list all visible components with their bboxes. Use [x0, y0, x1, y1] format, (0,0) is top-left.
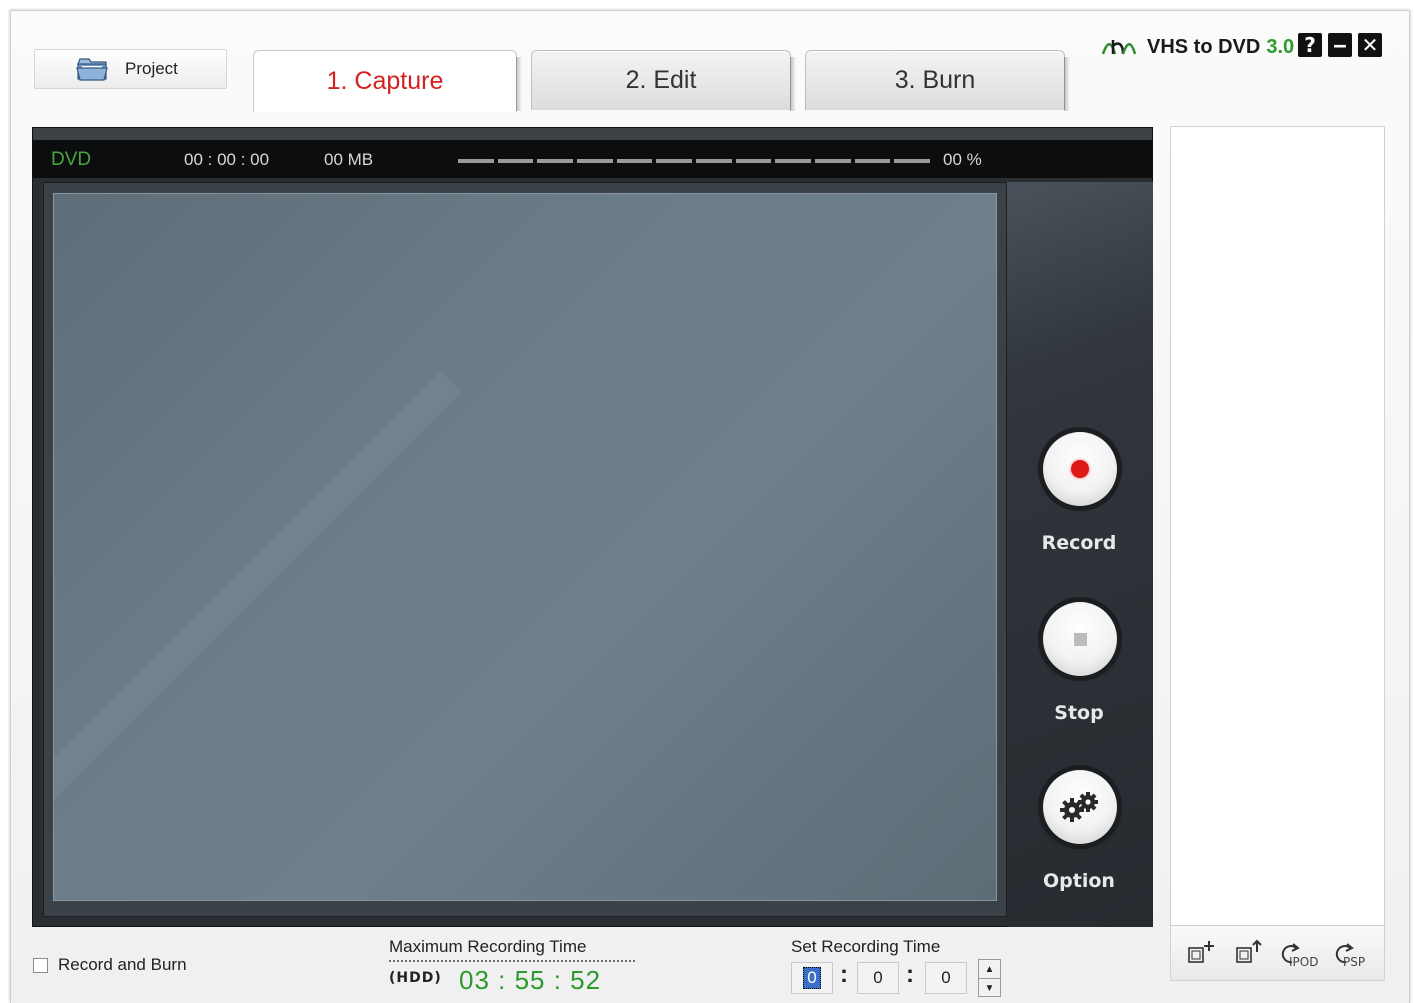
elapsed-time: 00 : 00 : 00: [184, 150, 270, 169]
preview-frame: [43, 182, 1007, 917]
capture-monitor: DVD 00 : 00 : 00 00 MB 00 % Record Stop: [32, 127, 1153, 927]
export-file-icon[interactable]: [1231, 938, 1267, 968]
control-panel: Record Stop Option: [1007, 182, 1153, 927]
tab-edit-label: 2. Edit: [625, 66, 697, 94]
seconds-field[interactable]: 0: [925, 962, 967, 994]
add-file-icon[interactable]: [1183, 938, 1219, 968]
format-label: DVD: [51, 149, 92, 170]
spin-up-icon[interactable]: ▲: [979, 960, 1000, 979]
output-toolbar: IPOD PSP: [1171, 925, 1384, 980]
option-button[interactable]: [1043, 770, 1117, 844]
record-button[interactable]: [1043, 432, 1117, 506]
project-label: Project: [125, 59, 178, 78]
output-list-panel: IPOD PSP: [1170, 126, 1385, 981]
tab-edit[interactable]: 2. Edit: [531, 50, 796, 111]
help-button[interactable]: ?: [1298, 33, 1322, 57]
monitor-status-bar: DVD 00 : 00 : 00 00 MB 00 %: [33, 128, 1152, 178]
time-separator: :: [840, 961, 848, 988]
tab-capture[interactable]: 1. Capture: [253, 50, 522, 112]
max-recording-label: Maximum Recording Time: [389, 937, 587, 956]
spin-down-icon[interactable]: ▼: [979, 979, 1000, 997]
video-preview: [53, 193, 997, 901]
tab-burn-label: 3. Burn: [894, 66, 976, 94]
file-size: 00 MB: [324, 150, 374, 169]
project-button[interactable]: Project: [34, 49, 227, 89]
set-recording-label: Set Recording Time: [791, 937, 941, 956]
record-and-burn-label: Record and Burn: [58, 955, 187, 974]
time-spinner[interactable]: ▲ ▼: [978, 959, 1001, 997]
option-label: Option: [1043, 870, 1115, 892]
tab-capture-label: 1. Capture: [326, 67, 444, 95]
app-brand: VHS to DVD 3.0: [1101, 35, 1294, 59]
hdd-label: (HDD): [389, 970, 442, 986]
brand-logo-icon: [1101, 40, 1137, 55]
app-window: Project 1. Capture 2. Edit 3. Burn VHS t…: [10, 10, 1410, 1003]
psp-label: PSP: [1343, 955, 1366, 969]
record-and-burn-checkbox[interactable]: [33, 957, 48, 973]
record-icon: [1071, 460, 1089, 478]
stop-label: Stop: [1054, 702, 1104, 724]
time-separator: :: [906, 961, 914, 988]
stop-icon: [1073, 632, 1087, 646]
record-and-burn-option[interactable]: Record and Burn: [33, 955, 187, 975]
tab-burn[interactable]: 3. Burn: [805, 50, 1070, 111]
minutes-field[interactable]: 0: [857, 962, 899, 994]
seconds-value: 0: [941, 968, 951, 987]
hours-field[interactable]: 0: [791, 962, 833, 994]
divider: [389, 960, 635, 962]
max-recording-time: 03 : 55 : 52: [459, 965, 602, 995]
stop-button[interactable]: [1043, 602, 1117, 676]
progress-percent: 00 %: [943, 150, 982, 169]
app-version: 3.0: [1266, 35, 1295, 58]
convert-ipod-button[interactable]: IPOD: [1279, 938, 1323, 969]
hours-value: 0: [803, 967, 821, 989]
close-button[interactable]: ✕: [1358, 33, 1382, 57]
minutes-value: 0: [873, 968, 883, 987]
record-label: Record: [1041, 532, 1117, 554]
convert-psp-button[interactable]: PSP: [1333, 938, 1377, 969]
folder-icon: [76, 58, 108, 81]
app-name: VHS to DVD: [1147, 35, 1261, 58]
capture-progress-bar: [458, 159, 931, 163]
gears-icon: [1060, 792, 1098, 822]
ipod-label: IPOD: [1289, 955, 1319, 969]
minimize-button[interactable]: ‒: [1328, 33, 1352, 57]
